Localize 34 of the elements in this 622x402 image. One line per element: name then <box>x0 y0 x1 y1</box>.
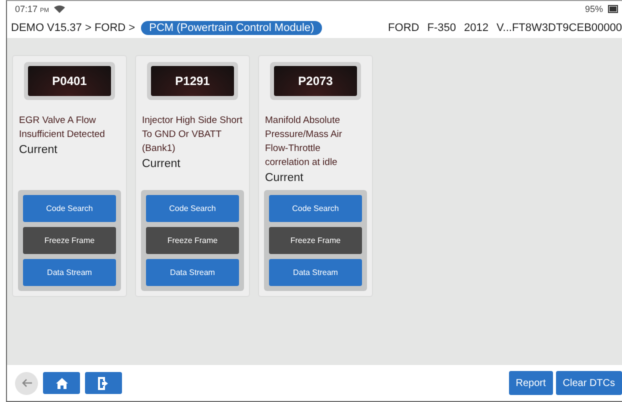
exit-button[interactable] <box>85 372 122 394</box>
footer-button[interactable]: Clear DTCs <box>556 371 622 395</box>
footer-button[interactable]: Report <box>508 371 553 395</box>
exit-icon <box>98 376 109 390</box>
dtc-code: P0401 <box>28 66 111 96</box>
module-badge: PCM (Powertrain Control Module) <box>141 20 322 34</box>
battery-level: 95% <box>584 4 603 14</box>
dtc-status: Current <box>264 172 304 184</box>
vehicle-info: V...FT8W3DT9CEB00000 <box>496 22 622 34</box>
dtc-description: EGR Valve A Flow Insufficient Detected <box>18 114 106 142</box>
action-button[interactable]: Data Stream <box>146 259 239 286</box>
vehicle-info: 2012 <box>464 22 488 34</box>
action-button[interactable]: Data Stream <box>269 259 362 286</box>
home-icon <box>56 378 68 388</box>
battery-icon <box>608 5 618 13</box>
action-button[interactable]: Code Search <box>146 195 239 222</box>
dtc-code: P1291 <box>151 66 234 96</box>
home-button[interactable] <box>43 372 80 394</box>
dtc-status: Current <box>18 144 58 156</box>
action-button[interactable]: Data Stream <box>23 259 116 286</box>
dtc-description: Injector High Side Short To GND Or VBATT (Bank1) <box>141 114 244 156</box>
dtc-description: Manifold Absolute Pressure/Mass Air Flow-Throttle correlation at idle <box>264 114 344 170</box>
back-arrow-icon <box>20 378 32 388</box>
action-button[interactable]: Freeze Frame <box>269 227 362 254</box>
action-button[interactable]: Code Search <box>269 195 362 222</box>
action-button[interactable]: Freeze Frame <box>146 227 239 254</box>
vehicle-info: F-350 <box>427 22 456 34</box>
dtc-code: P2073 <box>274 66 357 96</box>
wifi-icon <box>54 5 66 13</box>
vehicle-info: FORD <box>388 22 420 34</box>
action-button[interactable]: Freeze Frame <box>23 227 116 254</box>
dtc-status: Current <box>141 158 182 170</box>
breadcrumb: DEMO V15.37 > FORD > <box>11 22 136 34</box>
action-button[interactable]: Code Search <box>23 195 116 222</box>
